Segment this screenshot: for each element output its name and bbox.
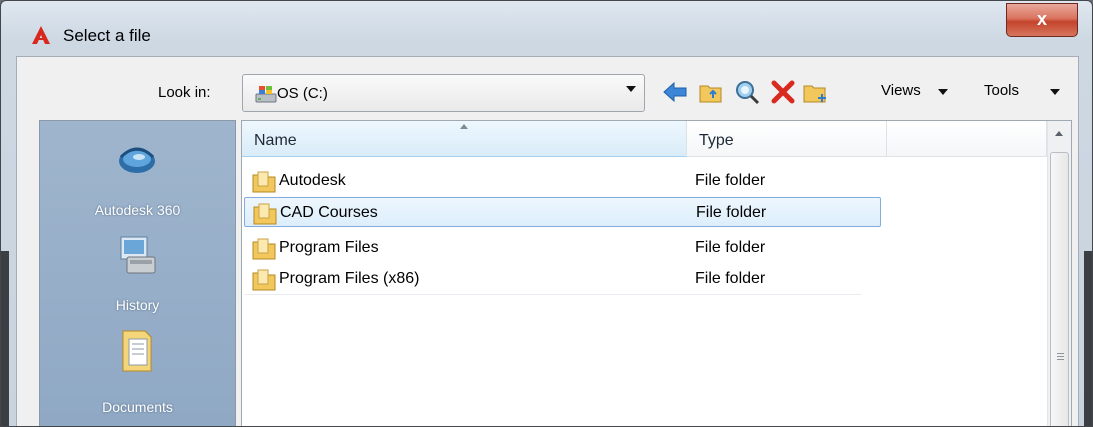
search-web-icon[interactable]	[733, 78, 761, 106]
tools-menu[interactable]: Tools	[984, 82, 1019, 99]
file-type: File folder	[695, 239, 766, 256]
vertical-scrollbar[interactable]	[1047, 121, 1071, 426]
close-icon: x	[1036, 9, 1047, 29]
table-row[interactable]: Autodesk File folder	[244, 166, 881, 196]
folder-icon	[253, 203, 277, 225]
autodesk-360-icon[interactable]	[113, 133, 161, 181]
table-row[interactable]: Program Files File folder	[244, 233, 881, 263]
chevron-down-icon	[626, 86, 636, 92]
row-divider	[244, 294, 861, 295]
scrollbar-thumb[interactable]	[1050, 152, 1069, 426]
drive-icon	[255, 86, 277, 103]
place-label-history[interactable]: History	[40, 297, 235, 313]
place-label-documents[interactable]: Documents	[40, 399, 235, 415]
file-name: Program Files (x86)	[279, 270, 420, 287]
title-bar: Select a file x	[1, 1, 1092, 45]
sort-ascending-icon	[460, 124, 468, 129]
select-file-dialog: Select a file x Look in: OS (C:) Views T…	[0, 0, 1093, 427]
table-row[interactable]: Program Files (x86) File folder	[244, 264, 881, 294]
file-type: File folder	[695, 172, 766, 189]
history-icon[interactable]	[113, 231, 161, 279]
look-in-label: Look in:	[158, 84, 211, 101]
column-header-empty[interactable]	[887, 121, 1047, 157]
column-header-name[interactable]: Name	[242, 121, 687, 157]
new-folder-icon[interactable]	[801, 78, 829, 106]
look-in-dropdown[interactable]: OS (C:)	[242, 74, 645, 112]
file-name: Program Files	[279, 239, 379, 256]
look-in-value: OS (C:)	[277, 85, 328, 102]
tools-chevron-down-icon[interactable]	[1050, 89, 1060, 95]
file-list[interactable]: Name Type Autodesk File folder CAD Cours…	[241, 120, 1072, 426]
documents-icon[interactable]	[113, 327, 161, 375]
dialog-title: Select a file	[63, 26, 151, 45]
file-name: Autodesk	[279, 172, 346, 189]
file-type: File folder	[696, 204, 767, 221]
place-label-autodesk-360[interactable]: Autodesk 360	[40, 202, 235, 218]
table-row-selected[interactable]: CAD Courses File folder	[244, 197, 881, 227]
places-sidebar: Autodesk 360 History Documents	[39, 120, 236, 426]
views-menu[interactable]: Views	[881, 82, 921, 99]
folder-icon	[252, 171, 276, 193]
delete-icon[interactable]	[769, 78, 797, 106]
autocad-app-icon	[32, 26, 50, 44]
folder-icon	[252, 269, 276, 291]
column-header-type[interactable]: Type	[687, 121, 887, 157]
folder-icon	[252, 238, 276, 260]
views-chevron-down-icon[interactable]	[938, 89, 948, 95]
close-button[interactable]: x	[1006, 3, 1078, 37]
grip-icon	[1057, 353, 1064, 362]
back-arrow-icon[interactable]	[661, 78, 689, 106]
up-folder-icon[interactable]	[697, 78, 725, 106]
scroll-up-icon[interactable]	[1055, 131, 1063, 136]
file-name: CAD Courses	[280, 204, 378, 221]
file-type: File folder	[695, 270, 766, 287]
